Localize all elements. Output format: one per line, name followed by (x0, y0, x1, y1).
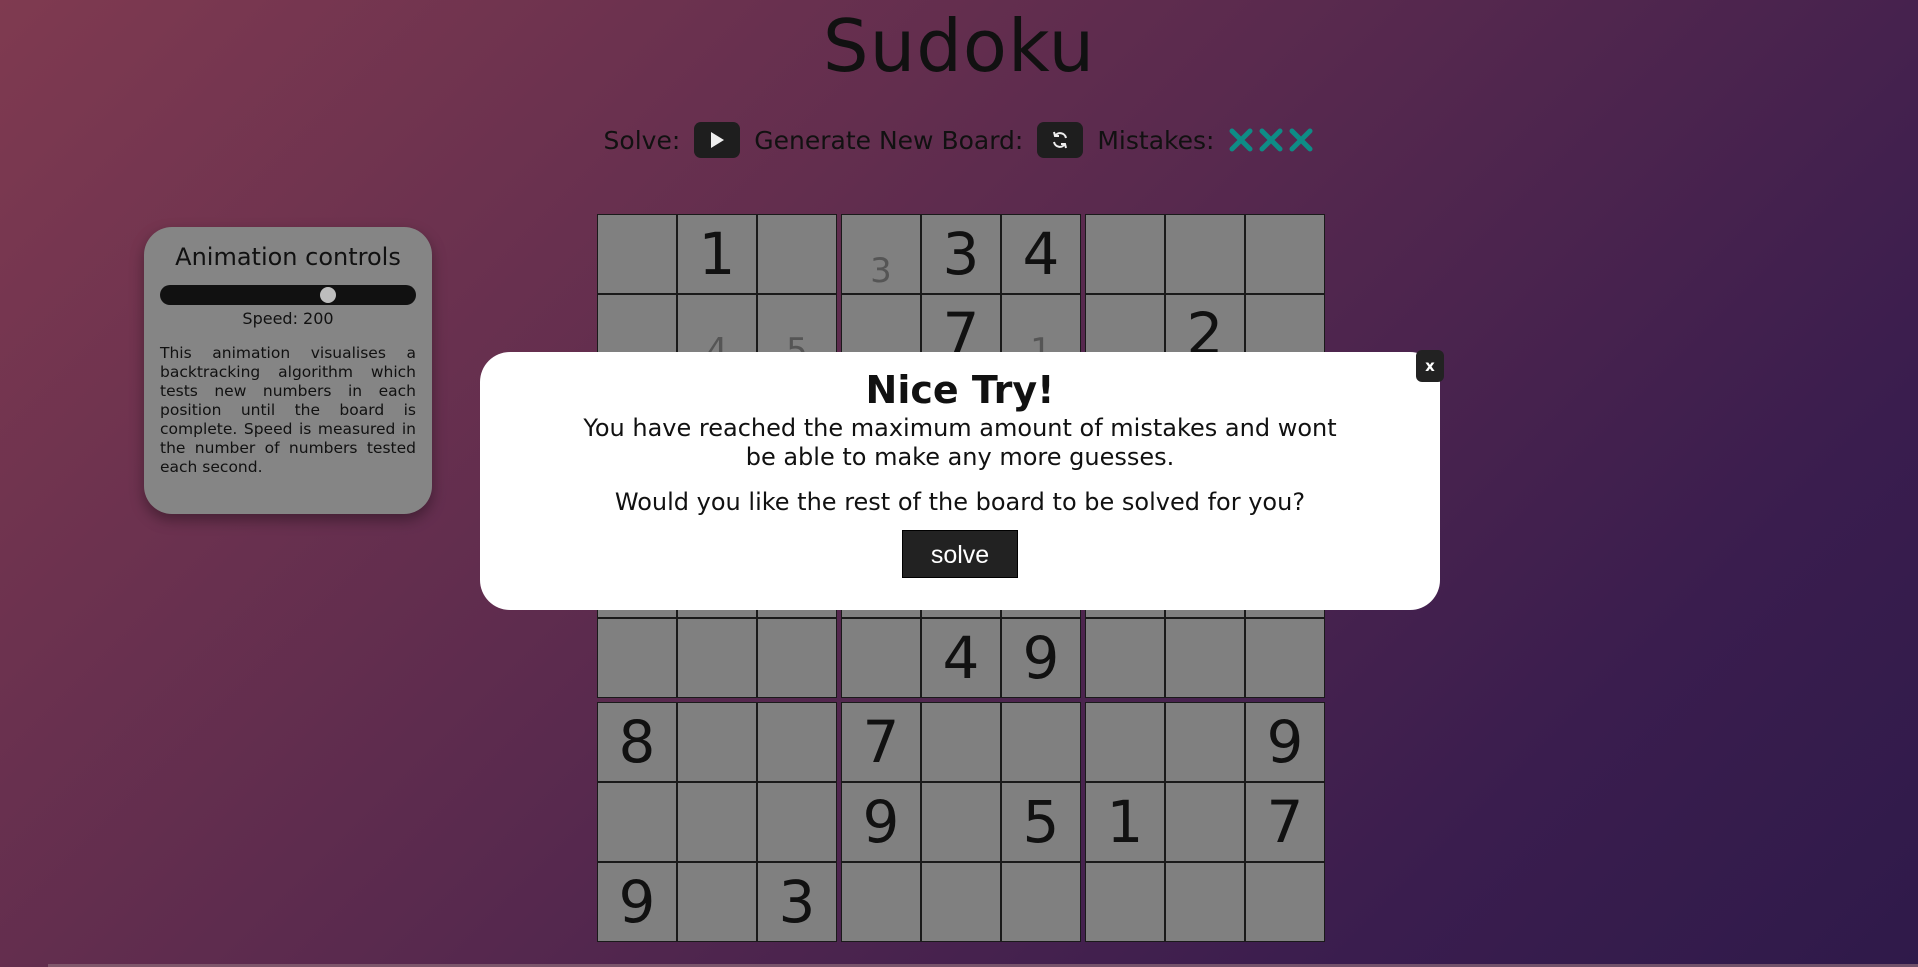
sudoku-cell[interactable]: 7 (1245, 782, 1325, 862)
sudoku-cell[interactable]: 4 (1001, 214, 1081, 294)
page-title: Sudoku (822, 4, 1096, 88)
sudoku-cell[interactable] (677, 702, 757, 782)
sudoku-cell[interactable]: 1 (1085, 782, 1165, 862)
mistake-x-icon (1259, 128, 1283, 152)
sudoku-cell[interactable]: 8 (597, 702, 677, 782)
sudoku-cell[interactable] (677, 618, 757, 698)
sudoku-cell[interactable]: 7 (841, 702, 921, 782)
sudoku-cell[interactable] (841, 618, 921, 698)
solve-play-button[interactable] (694, 122, 741, 158)
speed-slider-thumb[interactable] (320, 287, 336, 303)
sudoku-cell[interactable]: 5 (1001, 782, 1081, 862)
sudoku-cell[interactable] (1245, 862, 1325, 942)
sudoku-cell[interactable]: 4 (921, 618, 1001, 698)
sudoku-cell[interactable] (841, 862, 921, 942)
sudoku-cell[interactable] (597, 214, 677, 294)
solve-label: Solve: (603, 125, 681, 155)
sudoku-cell[interactable] (921, 702, 1001, 782)
refresh-icon (1053, 131, 1068, 149)
close-modal-button[interactable]: x (1416, 350, 1444, 382)
modal-solve-button[interactable]: solve (902, 530, 1018, 578)
play-icon (711, 132, 725, 148)
sudoku-cell[interactable] (677, 782, 757, 862)
sudoku-cell[interactable] (757, 702, 837, 782)
mistakes-indicator (1228, 127, 1314, 153)
sudoku-cell[interactable] (677, 862, 757, 942)
sudoku-cell[interactable]: 9 (841, 782, 921, 862)
sudoku-cell[interactable]: 1 (677, 214, 757, 294)
animation-controls-title: Animation controls (175, 243, 401, 271)
speed-slider[interactable] (160, 285, 416, 305)
sudoku-cell[interactable]: 9 (1001, 618, 1081, 698)
sudoku-cell[interactable] (1085, 214, 1165, 294)
sudoku-cell[interactable] (1245, 214, 1325, 294)
mistakes-label: Mistakes: (1097, 125, 1215, 155)
sudoku-cell[interactable] (1165, 618, 1245, 698)
animation-description: This animation visualises a backtracking… (160, 344, 416, 476)
mistake-x-icon (1229, 128, 1253, 152)
modal-question: Would you like the rest of the board to … (614, 488, 1306, 516)
sudoku-cell[interactable] (1165, 862, 1245, 942)
speed-readout: Speed: 200 (242, 309, 334, 328)
sudoku-cell[interactable] (1085, 702, 1165, 782)
sudoku-cell[interactable] (921, 862, 1001, 942)
sudoku-cell[interactable] (757, 618, 837, 698)
generate-label: Generate New Board: (754, 125, 1024, 155)
sudoku-cell[interactable]: 3 (757, 862, 837, 942)
sudoku-cell[interactable]: 3 (841, 214, 921, 294)
modal-message: You have reached the maximum amount of m… (583, 414, 1337, 471)
sudoku-cell[interactable] (1001, 702, 1081, 782)
game-over-modal: x Nice Try! You have reached the maximum… (480, 350, 1444, 610)
sudoku-cell[interactable] (757, 214, 837, 294)
sudoku-cell[interactable] (1085, 618, 1165, 698)
sudoku-cell[interactable] (1001, 862, 1081, 942)
sudoku-cell[interactable] (1165, 782, 1245, 862)
animation-controls-panel: Animation controls Speed: 200 This anima… (144, 227, 432, 514)
mistake-x-icon (1289, 128, 1313, 152)
generate-board-button[interactable] (1037, 122, 1084, 158)
sudoku-cell[interactable]: 9 (597, 862, 677, 942)
modal-heading: Nice Try! (865, 368, 1055, 412)
sudoku-cell[interactable] (757, 782, 837, 862)
sudoku-cell[interactable] (597, 618, 677, 698)
sudoku-cell[interactable]: 3 (921, 214, 1001, 294)
sudoku-cell[interactable] (1165, 702, 1245, 782)
sudoku-cell[interactable] (1165, 214, 1245, 294)
sudoku-cell[interactable] (1245, 618, 1325, 698)
toolbar: Solve: Generate New Board: Mistakes: (0, 122, 1918, 158)
sudoku-cell[interactable] (921, 782, 1001, 862)
sudoku-cell[interactable]: 9 (1245, 702, 1325, 782)
sudoku-cell[interactable] (1085, 862, 1165, 942)
sudoku-cell[interactable] (597, 782, 677, 862)
